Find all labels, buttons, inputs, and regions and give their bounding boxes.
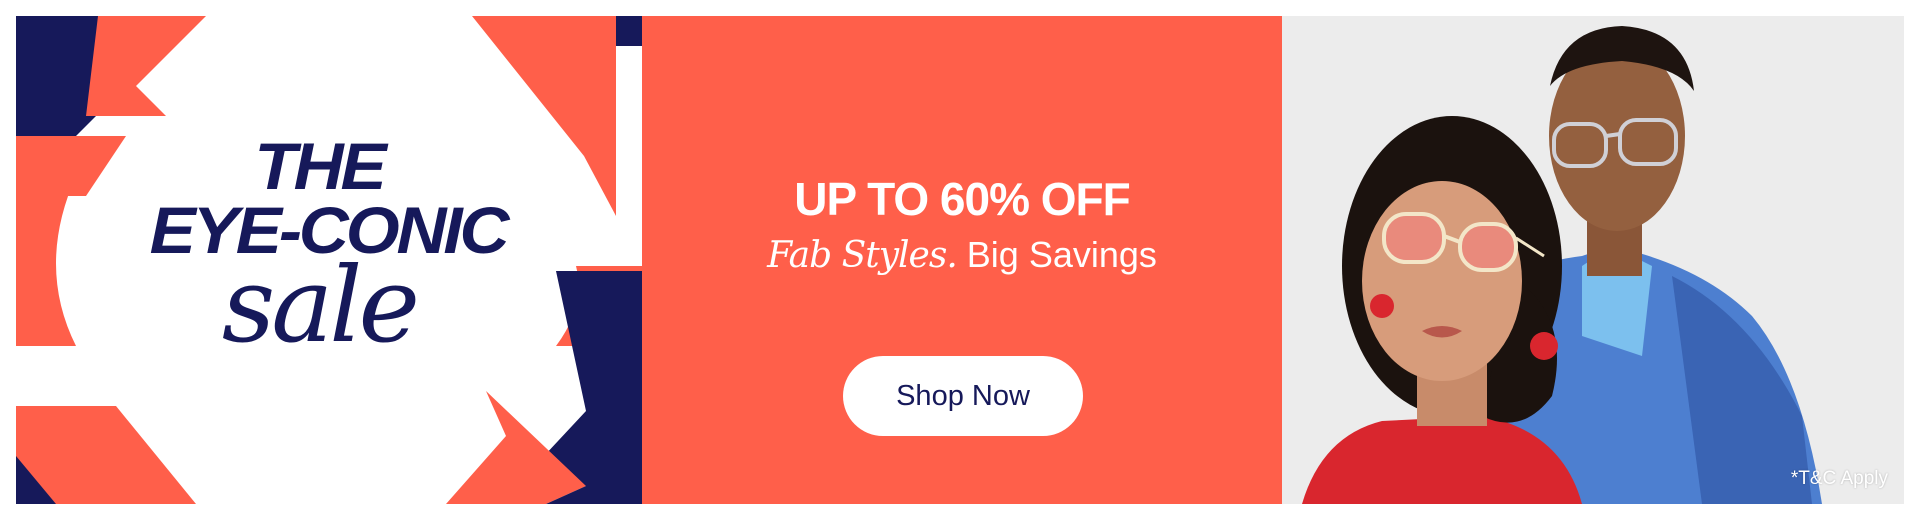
offer-subtitle: Fab Styles. Big Savings [642,234,1282,277]
offer-panel: UP TO 60% OFF Fab Styles. Big Savings Sh… [642,16,1282,504]
shop-now-button[interactable]: Shop Now [843,356,1083,436]
headline-line-1: THE [254,129,386,203]
offer-subtitle-italic: Fab Styles. [767,235,958,276]
sale-graphic-panel: THE EYE-CONIC sale [16,16,642,504]
terms-note: *T&C Apply [1790,468,1888,489]
sale-headline: THE EYE-CONIC sale [16,129,642,366]
models-photo-panel: *T&C Apply [1282,16,1904,504]
offer-subtitle-plain: Big Savings [966,234,1157,275]
promo-banner[interactable]: THE EYE-CONIC sale UP TO 60% OFF Fab Sty… [16,16,1904,504]
headline-line-2: EYE-CONIC [149,193,510,267]
models-photo [1282,16,1904,504]
offer-title: UP TO 60% OFF [794,173,1131,225]
headline-script-word: sale [221,244,420,366]
